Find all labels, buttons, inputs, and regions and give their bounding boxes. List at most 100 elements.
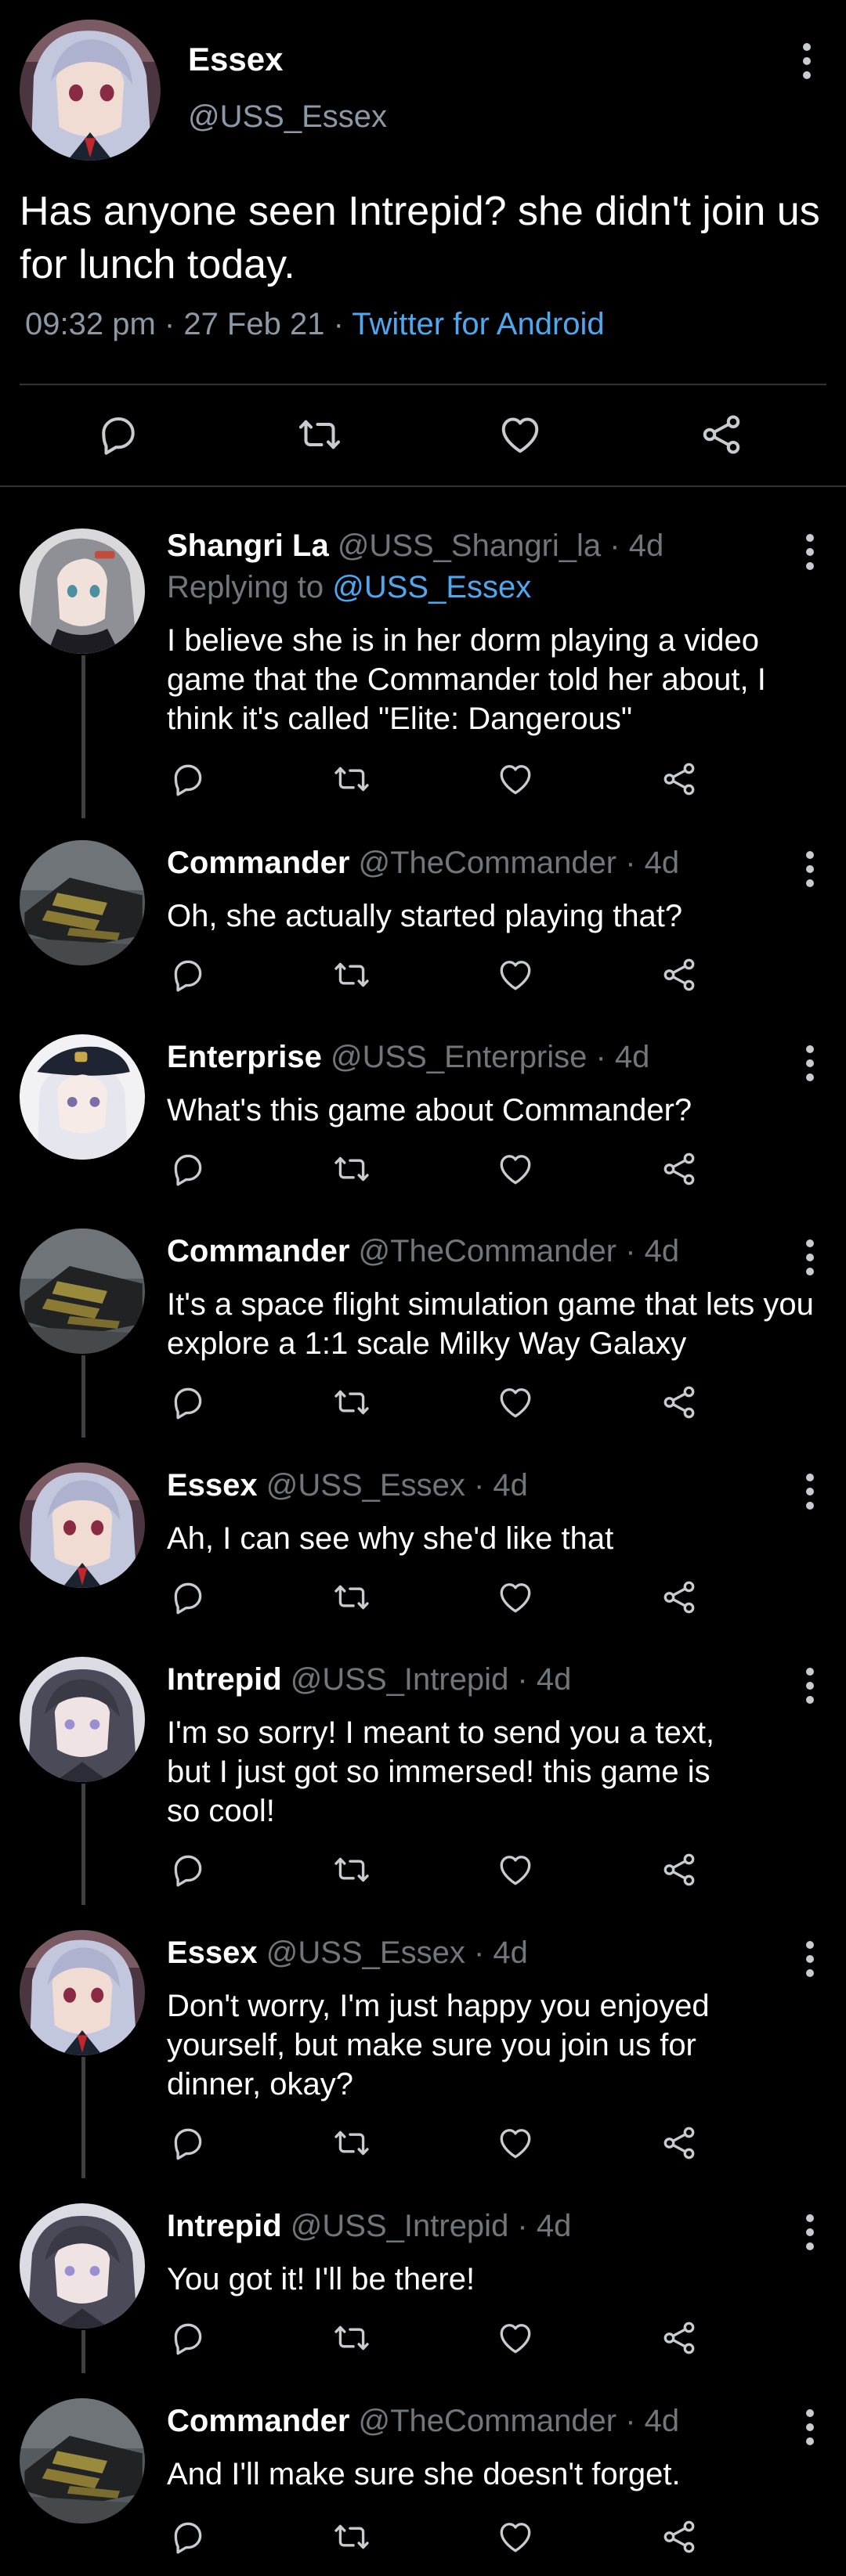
reply-icon[interactable] [168, 1149, 208, 1189]
share-icon[interactable] [660, 1578, 699, 1617]
heart-icon[interactable] [496, 2123, 535, 2163]
heart-icon[interactable] [496, 759, 535, 799]
reply-avatar[interactable] [20, 2203, 145, 2329]
more-options-button[interactable] [794, 529, 826, 575]
reply-author-handle[interactable]: @TheCommander [359, 1234, 617, 1268]
more-options-button[interactable] [794, 1468, 826, 1515]
reply-avatar[interactable] [20, 529, 145, 654]
author-name[interactable]: Essex [188, 41, 283, 78]
share-icon[interactable] [660, 1149, 699, 1189]
reply-icon[interactable] [168, 1383, 208, 1422]
reply-item[interactable]: Intrepid @USS_Intrepid · 4d I'm so sorry… [0, 1654, 846, 1905]
reply-author-handle[interactable]: @USS_Essex [266, 1468, 465, 1503]
share-icon[interactable] [660, 955, 699, 994]
heart-icon[interactable] [496, 2318, 535, 2358]
reply-item[interactable]: Essex @USS_Essex · 4d Ah, I can see why … [0, 1460, 846, 1633]
more-options-button[interactable] [794, 846, 826, 893]
reply-icon[interactable] [168, 2318, 208, 2358]
reply-actions [0, 1149, 846, 1196]
reply-age: 4d [644, 1234, 680, 1268]
replying-to: Replying to @USS_Essex [167, 570, 531, 605]
reply-avatar[interactable] [20, 1228, 145, 1354]
reply-icon[interactable] [168, 1850, 208, 1889]
retweet-icon[interactable] [332, 1149, 371, 1189]
reply-icon[interactable] [168, 759, 208, 799]
heart-icon[interactable] [496, 1383, 535, 1422]
reply-avatar[interactable] [20, 1657, 145, 1782]
reply-author-handle[interactable]: @USS_Shangri_la [338, 529, 601, 563]
more-options-button[interactable] [791, 38, 822, 85]
reply-author-name[interactable]: Intrepid [167, 1662, 282, 1697]
reply-icon[interactable] [95, 411, 142, 458]
more-options-button[interactable] [794, 1936, 826, 1983]
reply-author-name[interactable]: Commander [167, 2404, 349, 2438]
reply-avatar[interactable] [20, 1463, 145, 1588]
reply-author-name[interactable]: Intrepid [167, 2209, 282, 2243]
retweet-icon[interactable] [332, 1850, 371, 1889]
share-icon[interactable] [698, 411, 745, 458]
reply-icon[interactable] [168, 2123, 208, 2163]
commander-avatar [20, 1228, 145, 1354]
heart-icon[interactable] [496, 955, 535, 994]
author-avatar[interactable] [20, 20, 161, 161]
reply-item[interactable]: Commander @TheCommander · 4d Oh, she act… [0, 838, 846, 1010]
reply-item[interactable]: Enterprise @USS_Enterprise · 4d What's t… [0, 1032, 846, 1204]
share-icon[interactable] [660, 2318, 699, 2358]
retweet-icon[interactable] [296, 411, 343, 458]
reply-author-name[interactable]: Essex [167, 1936, 258, 1970]
reply-icon[interactable] [168, 955, 208, 994]
share-icon[interactable] [660, 2123, 699, 2163]
replying-to-link[interactable]: @USS_Essex [332, 570, 531, 604]
reply-avatar[interactable] [20, 840, 145, 965]
reply-author-name[interactable]: Enterprise [167, 1040, 322, 1074]
reply-author-handle[interactable]: @USS_Enterprise [331, 1040, 587, 1074]
main-tweet: Essex @USS_Essex Has anyone seen Intrepi… [0, 0, 846, 487]
reply-item[interactable]: Essex @USS_Essex · 4d Don't worry, I'm j… [0, 1928, 846, 2178]
reply-author-name[interactable]: Commander [167, 846, 349, 880]
reply-author-name[interactable]: Commander [167, 1234, 349, 1268]
heart-icon[interactable] [496, 1578, 535, 1617]
heart-icon[interactable] [496, 1850, 535, 1889]
reply-author-name[interactable]: Essex [167, 1468, 258, 1503]
reply-author-handle[interactable]: @TheCommander [359, 846, 617, 880]
more-options-button[interactable] [794, 1040, 826, 1087]
reply-author-handle[interactable]: @USS_Essex [266, 1936, 465, 1970]
reply-avatar[interactable] [20, 1034, 145, 1160]
retweet-icon[interactable] [332, 955, 371, 994]
tweet-source-link[interactable]: Twitter for Android [352, 307, 604, 341]
more-options-button[interactable] [794, 1662, 826, 1709]
reply-item[interactable]: Shangri La @USS_Shangri_la · 4d Replying… [0, 521, 846, 818]
intrepid-avatar [20, 1657, 145, 1782]
reply-icon[interactable] [168, 2517, 208, 2556]
tweet-text: Has anyone seen Intrepid? she didn't joi… [20, 189, 820, 287]
essex-avatar-image [20, 20, 161, 161]
share-icon[interactable] [660, 759, 699, 799]
more-options-button[interactable] [794, 2404, 826, 2451]
heart-icon[interactable] [496, 2517, 535, 2556]
reply-item[interactable]: Commander @TheCommander · 4d It's a spac… [0, 1226, 846, 1438]
retweet-icon[interactable] [332, 759, 371, 799]
reply-age: 4d [493, 1468, 528, 1503]
author-handle[interactable]: @USS_Essex [188, 99, 387, 135]
share-icon[interactable] [660, 2517, 699, 2556]
more-options-button[interactable] [794, 1234, 826, 1281]
reply-author-handle[interactable]: @USS_Intrepid [291, 2209, 509, 2243]
reply-author-handle[interactable]: @TheCommander [359, 2404, 617, 2438]
heart-icon[interactable] [496, 1149, 535, 1189]
retweet-icon[interactable] [332, 2318, 371, 2358]
share-icon[interactable] [660, 1383, 699, 1422]
heart-icon[interactable] [497, 411, 544, 458]
more-options-button[interactable] [794, 2209, 826, 2256]
reply-icon[interactable] [168, 1578, 208, 1617]
reply-item[interactable]: Commander @TheCommander · 4d And I'll ma… [0, 2396, 846, 2572]
retweet-icon[interactable] [332, 2517, 371, 2556]
retweet-icon[interactable] [332, 2123, 371, 2163]
retweet-icon[interactable] [332, 1578, 371, 1617]
reply-author-name[interactable]: Shangri La [167, 529, 329, 563]
reply-avatar[interactable] [20, 2398, 145, 2524]
share-icon[interactable] [660, 1850, 699, 1889]
reply-item[interactable]: Intrepid @USS_Intrepid · 4d You got it! … [0, 2201, 846, 2373]
reply-avatar[interactable] [20, 1930, 145, 2055]
reply-author-handle[interactable]: @USS_Intrepid [291, 1662, 509, 1697]
retweet-icon[interactable] [332, 1383, 371, 1422]
